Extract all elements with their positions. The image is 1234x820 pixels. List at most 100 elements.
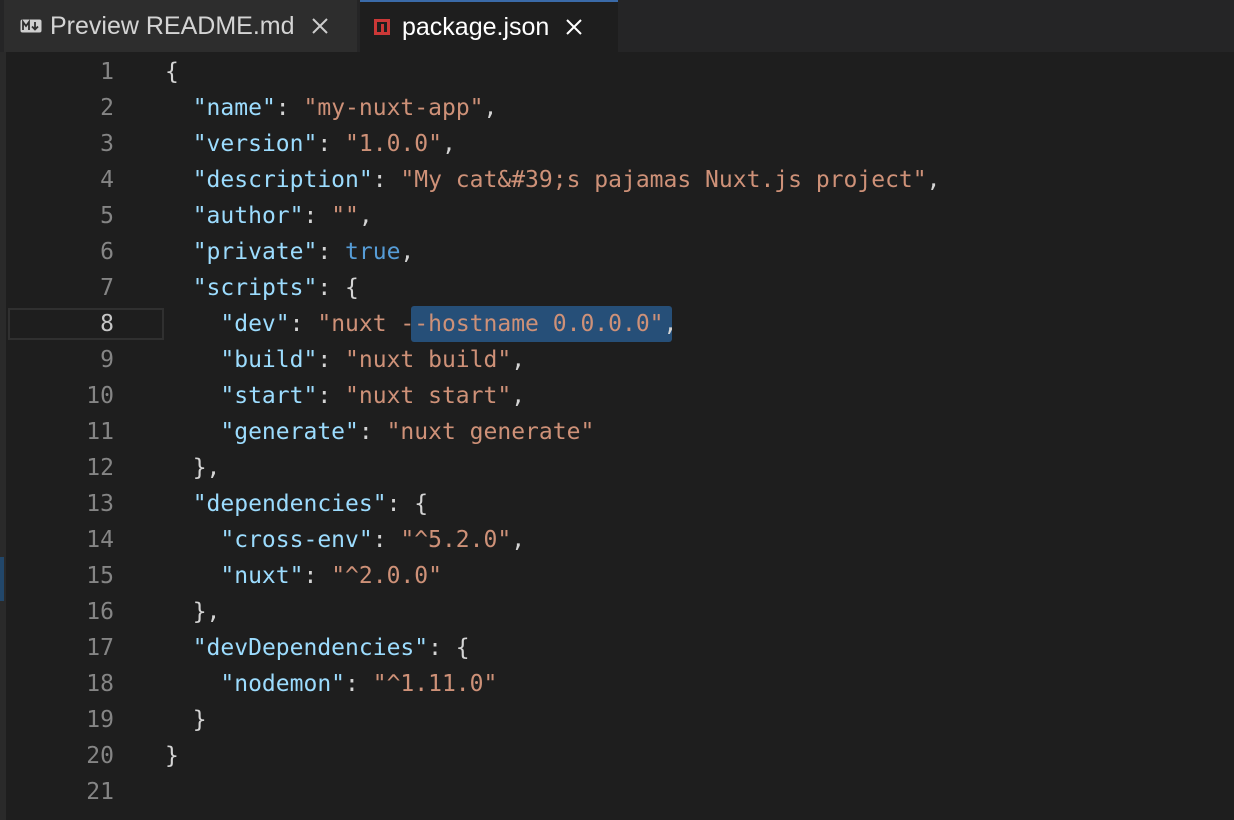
json-punctuation: , — [663, 311, 678, 337]
code-line[interactable]: } — [165, 738, 179, 774]
line-number: 4 — [100, 167, 114, 193]
line-number: 14 — [86, 527, 114, 553]
json-punctuation: : { — [386, 491, 429, 517]
tab-preview-readme[interactable]: Preview README.md — [4, 0, 358, 52]
line-number: 13 — [86, 491, 114, 517]
json-punctuation: : — [358, 419, 387, 445]
json-key: "description" — [192, 167, 373, 193]
json-punctuation: , — [441, 131, 456, 157]
code-line[interactable]: "nuxt": "^2.0.0" — [165, 558, 442, 594]
code-editor[interactable]: 1 2 3 4 5 6 7 8 9 10 11 12 13 14 15 16 17 18 19 20 21 { "nam… — [0, 52, 1234, 820]
npm-icon — [374, 19, 390, 35]
json-punctuation: , — [511, 383, 526, 409]
json-key: "nuxt" — [220, 563, 304, 589]
line-number: 17 — [86, 635, 114, 661]
json-punctuation: : { — [428, 635, 470, 661]
json-key: "build" — [220, 347, 318, 373]
code-line[interactable]: }, — [165, 450, 221, 486]
code-line[interactable]: { — [165, 54, 179, 90]
json-punctuation: }, — [192, 455, 221, 481]
json-string: "my-nuxt-app" — [303, 95, 484, 121]
line-number: 6 — [100, 239, 114, 265]
json-key: "cross-env" — [220, 527, 373, 553]
close-icon[interactable] — [307, 13, 333, 39]
json-key: "scripts" — [192, 275, 318, 301]
json-punctuation: } — [165, 743, 179, 769]
line-number: 21 — [86, 779, 114, 805]
json-string: "My cat&#39;s pajamas Nuxt.js project" — [400, 167, 927, 193]
json-string: "^5.2.0" — [400, 527, 512, 553]
code-line[interactable]: "generate": "nuxt generate" — [165, 414, 594, 450]
code-line[interactable]: "version": "1.0.0", — [165, 126, 456, 162]
code-line[interactable]: "build": "nuxt build", — [165, 342, 525, 378]
code-line[interactable]: } — [165, 702, 207, 738]
line-number: 9 — [100, 347, 114, 373]
line-number: 20 — [86, 743, 114, 769]
line-number: 2 — [100, 95, 114, 121]
json-key: "version" — [192, 131, 318, 157]
current-line-highlight — [8, 308, 164, 340]
json-string: "nuxt --hostname 0.0.0.0" — [317, 311, 664, 337]
code-line[interactable]: "dev": "nuxt --hostname 0.0.0.0", — [165, 306, 677, 342]
tab-package-json[interactable]: package.json — [360, 0, 618, 52]
json-punctuation: { — [165, 59, 179, 85]
line-number: 5 — [100, 203, 114, 229]
json-punctuation: , — [926, 167, 941, 193]
code-line[interactable]: "name": "my-nuxt-app", — [165, 90, 498, 126]
line-number: 7 — [100, 275, 114, 301]
json-string: "" — [331, 203, 359, 229]
json-punctuation: }, — [192, 599, 221, 625]
json-key: "name" — [192, 95, 276, 121]
code-line[interactable]: "description": "My cat&#39;s pajamas Nux… — [165, 162, 941, 198]
json-punctuation: : — [317, 383, 346, 409]
json-punctuation: : — [372, 167, 401, 193]
close-icon[interactable] — [561, 14, 587, 40]
json-punctuation: : — [289, 311, 318, 337]
json-string: "nuxt generate" — [386, 419, 595, 445]
json-punctuation: : — [317, 347, 346, 373]
json-string: "nuxt build" — [345, 347, 512, 373]
json-key: "nodemon" — [220, 671, 346, 697]
json-punctuation: , — [358, 203, 373, 229]
scroll-position-marker — [0, 557, 4, 601]
line-number: 8 — [100, 311, 114, 337]
code-line[interactable]: "author": "", — [165, 198, 373, 234]
code-line[interactable]: "start": "nuxt start", — [165, 378, 525, 414]
json-key: "generate" — [220, 419, 359, 445]
json-boolean: true — [345, 239, 401, 265]
json-punctuation: , — [511, 347, 526, 373]
json-punctuation: , — [400, 239, 415, 265]
json-punctuation: , — [483, 95, 498, 121]
code-line[interactable]: "dependencies": { — [165, 486, 428, 522]
json-punctuation: : — [345, 671, 373, 697]
code-line[interactable]: "private": true, — [165, 234, 415, 270]
json-string: "1.0.0" — [345, 131, 442, 157]
json-punctuation: : — [303, 203, 332, 229]
code-line[interactable]: "devDependencies": { — [165, 630, 470, 666]
json-punctuation: : — [372, 527, 401, 553]
tab-bar: Preview README.md package.json — [0, 0, 1234, 52]
markdown-preview-icon — [20, 19, 42, 33]
line-number: 12 — [86, 455, 114, 481]
json-key: "author" — [192, 203, 304, 229]
line-number: 11 — [86, 419, 114, 445]
code-line[interactable]: "cross-env": "^5.2.0", — [165, 522, 525, 558]
json-key: "start" — [220, 383, 318, 409]
json-string: "^1.11.0" — [372, 671, 498, 697]
json-punctuation: : — [303, 563, 332, 589]
code-line[interactable]: "scripts": { — [165, 270, 359, 306]
json-punctuation: : — [275, 95, 304, 121]
json-punctuation: , — [511, 527, 526, 553]
json-string: "^2.0.0" — [331, 563, 442, 589]
code-line[interactable]: }, — [165, 594, 221, 630]
line-number: 15 — [86, 563, 114, 589]
tab-label: package.json — [402, 12, 550, 41]
json-key: "dependencies" — [192, 491, 387, 517]
editor-left-margin — [0, 52, 6, 820]
line-number: 18 — [86, 671, 114, 697]
json-punctuation: : — [317, 239, 346, 265]
code-line[interactable]: "nodemon": "^1.11.0" — [165, 666, 497, 702]
json-punctuation: : { — [317, 275, 359, 301]
tab-label: Preview README.md — [50, 11, 295, 40]
line-number: 10 — [86, 383, 114, 409]
